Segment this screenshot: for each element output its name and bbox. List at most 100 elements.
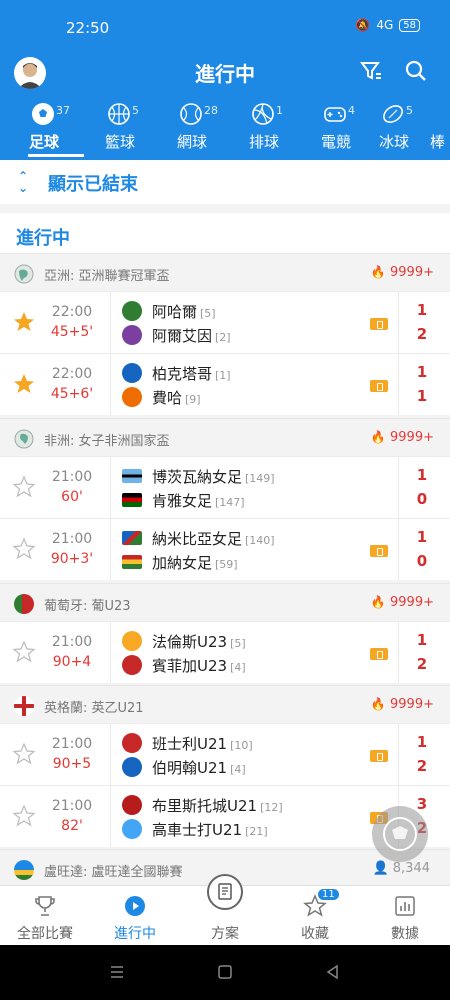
viewer-count: 👤 8,344: [372, 861, 430, 876]
fire-icon: 🔥: [370, 265, 386, 279]
star-outline-icon[interactable]: [12, 804, 36, 828]
away-team: 加納女足 [59]: [122, 551, 362, 573]
match-row[interactable]: 21:00 90+5 班士利U21 [10] 伯明翰U21 [4] 1 2: [0, 723, 450, 786]
bar-chart-icon: [395, 896, 415, 916]
status-time: 22:50: [66, 19, 110, 37]
team-logo: [122, 363, 142, 383]
signal-icon: 4G: [376, 18, 394, 32]
home-team: 布里斯托城U21 [12]: [122, 794, 362, 816]
match-row[interactable]: 21:00 90+4 法倫斯U23 [5] 賓菲加U23 [4] 1 2: [0, 621, 450, 684]
league-header[interactable]: 亞洲: 亞洲聯賽冠軍盃 🔥 9999+: [0, 253, 450, 291]
home-team: 博茨瓦納女足 [149]: [122, 465, 362, 487]
expand-arrows-icon: ⌃ ⌄: [18, 169, 29, 195]
away-score: 1: [416, 387, 428, 405]
home-icon[interactable]: [216, 963, 234, 981]
nav-favorites[interactable]: 11 收藏: [270, 886, 360, 946]
team-logo: [122, 795, 142, 815]
league-header[interactable]: 葡萄牙: 葡U23 🔥 9999+: [0, 583, 450, 621]
basketball-icon: [108, 103, 130, 125]
away-team: 阿爾艾因 [2]: [122, 324, 362, 346]
favorites-badge: 11: [318, 889, 339, 900]
team-logo: [122, 301, 142, 321]
away-team: 伯明翰U21 [4]: [122, 756, 362, 778]
status-icons: 🔕 4G 58: [355, 18, 420, 32]
away-score: 0: [416, 490, 428, 508]
star-outline-icon[interactable]: [12, 475, 36, 499]
floating-action-button[interactable]: [372, 806, 428, 862]
team-logo: [122, 733, 142, 753]
home-team: 柏克塔哥 [1]: [122, 362, 362, 384]
live-stream-icon[interactable]: [370, 380, 388, 392]
live-stream-icon[interactable]: [370, 648, 388, 660]
system-navigation-bar: [0, 945, 450, 1000]
away-team: 肯雅女足 [147]: [122, 489, 362, 511]
tab-volleyball[interactable]: 1 排球: [234, 98, 294, 156]
popularity-badge: 🔥 9999+: [370, 430, 434, 445]
team-logo: [122, 631, 142, 651]
live-stream-icon[interactable]: [370, 750, 388, 762]
fire-icon: 🔥: [370, 595, 386, 609]
portugal-flag: [14, 594, 34, 614]
star-outline-icon[interactable]: [12, 640, 36, 664]
team-logo: [122, 819, 142, 839]
league-header[interactable]: 非洲: 女子非洲国家盃 🔥 9999+: [0, 418, 450, 456]
home-score: 1: [416, 301, 428, 319]
botswana-flag: [122, 469, 142, 483]
away-score: 2: [416, 325, 428, 343]
star-outline-icon[interactable]: [12, 742, 36, 766]
away-team: 賓菲加U23 [4]: [122, 654, 362, 676]
search-icon[interactable]: [404, 59, 428, 83]
star-outline-icon[interactable]: [12, 537, 36, 561]
team-logo: [122, 387, 142, 407]
tab-basketball[interactable]: 5 籃球: [90, 98, 150, 156]
tab-tennis[interactable]: 28 網球: [162, 98, 222, 156]
home-score: 1: [416, 631, 428, 649]
team-logo: [122, 655, 142, 675]
home-team: 納米比亞女足 [140]: [122, 527, 362, 549]
home-team: 法倫斯U23 [5]: [122, 630, 362, 652]
trophy-icon: [35, 896, 55, 916]
nav-plans[interactable]: 方案: [180, 874, 270, 946]
nav-all-matches[interactable]: 全部比賽: [0, 886, 90, 946]
league-header[interactable]: 英格蘭: 英乙U21 🔥 9999+: [0, 685, 450, 723]
live-stream-icon[interactable]: [370, 318, 388, 330]
namibia-flag: [122, 531, 142, 545]
sport-tabs: 37 足球 5 籃球 28 網球 1 排球 4 電競 5 冰球 棒: [0, 98, 450, 160]
star-filled-icon[interactable]: [12, 310, 36, 334]
tab-esports[interactable]: 4 電競: [306, 98, 366, 156]
top-bar: 進行中: [0, 52, 450, 92]
tab-soccer[interactable]: 37 足球: [14, 98, 84, 157]
match-row[interactable]: 22:00 45+6' 柏克塔哥 [1] 費哈 [9] 1 1: [0, 353, 450, 416]
popularity-badge: 🔥 9999+: [370, 265, 434, 280]
mute-icon: 🔕: [355, 18, 371, 32]
live-stream-icon[interactable]: [370, 545, 388, 557]
africa-globe-icon: [14, 429, 34, 449]
document-icon: [207, 874, 243, 910]
match-row[interactable]: 22:00 45+5' 阿哈爾 [5] 阿爾艾因 [2] 1 2: [0, 291, 450, 354]
battery-icon: 58: [399, 18, 420, 32]
gamepad-icon: [324, 107, 346, 122]
home-score: 1: [416, 363, 428, 381]
filter-icon[interactable]: [360, 60, 382, 82]
match-row[interactable]: 21:00 60' 博茨瓦納女足 [149] 肯雅女足 [147] 1 0: [0, 456, 450, 519]
home-score: 1: [416, 466, 428, 484]
home-score: 1: [416, 528, 428, 546]
away-score: 0: [416, 552, 428, 570]
nav-data[interactable]: 數據: [360, 886, 450, 946]
show-ended-toggle[interactable]: ⌃ ⌄ 顯示已結束: [0, 160, 450, 204]
bottom-navigation: 全部比賽 進行中 方案 11 收藏 數據: [0, 874, 450, 946]
hockey-puck-icon: [383, 105, 403, 123]
star-filled-icon[interactable]: [12, 372, 36, 396]
away-score: 2: [416, 655, 428, 673]
page-title: 進行中: [195, 62, 255, 86]
fire-icon: 🔥: [370, 430, 386, 444]
recent-apps-icon[interactable]: [108, 963, 126, 981]
status-bar: 22:50 🔕 4G 58: [0, 0, 450, 52]
nav-live[interactable]: 進行中: [90, 886, 180, 946]
match-row[interactable]: 21:00 90+3' 納米比亞女足 [140] 加納女足 [59] 1 0: [0, 518, 450, 581]
tab-hockey[interactable]: 5 冰球: [364, 98, 424, 156]
active-tab-indicator: [28, 154, 84, 157]
tab-baseball[interactable]: 棒: [426, 98, 450, 156]
popularity-badge: 🔥 9999+: [370, 697, 434, 712]
back-icon[interactable]: [324, 963, 342, 981]
